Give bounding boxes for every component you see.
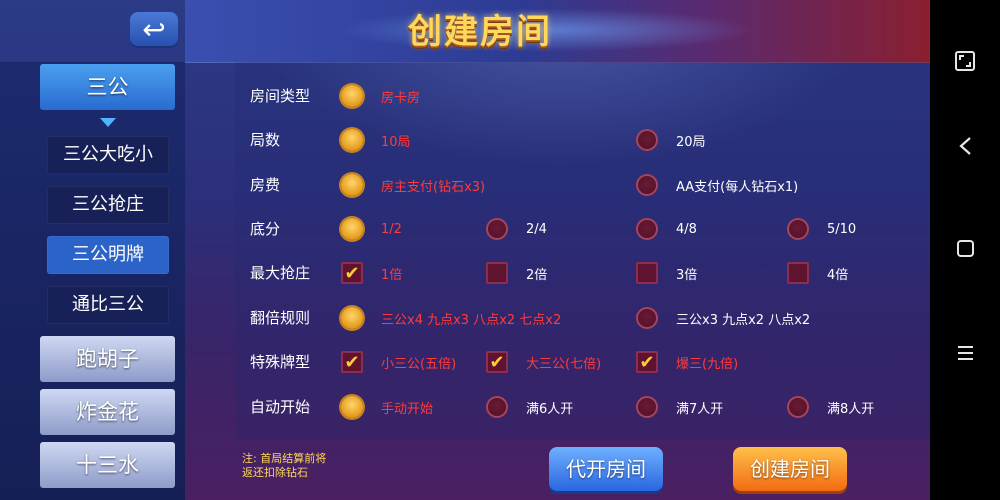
option-room-type-card[interactable]: 房卡房 — [341, 83, 420, 109]
sidebar-subitem-sangong-daxiaochi[interactable]: 三公大吃小 — [47, 136, 169, 174]
system-nav-bar — [930, 0, 1000, 500]
option-max-bid-4x[interactable]: 4倍 — [787, 260, 848, 286]
radio-selected-icon — [341, 129, 363, 151]
radio-selected-icon — [341, 174, 363, 196]
radio-unselected-icon — [486, 218, 508, 240]
checkbox-empty-icon — [787, 262, 809, 284]
radio-selected-icon — [341, 307, 363, 329]
option-start-6[interactable]: 满6人开 — [486, 394, 573, 420]
checkbox-checked-icon: ✔ — [636, 351, 658, 373]
row-label-base-score: 底分 — [250, 220, 281, 238]
row-label-rounds: 局数 — [250, 131, 281, 149]
option-multiplier-rule-a[interactable]: 三公x4 九点x3 八点x2 七点x2 — [341, 305, 561, 331]
sidebar-subitem-sangong-mingpai[interactable]: 三公明牌 — [47, 236, 169, 274]
diamond-refund-note: 注: 首局结算前将 返还扣除钻石 — [242, 452, 327, 479]
sidebar-item-sangong[interactable]: 三公 — [40, 64, 175, 110]
back-button[interactable]: ↩ — [130, 12, 178, 46]
radio-unselected-icon — [636, 307, 658, 329]
proxy-create-room-button[interactable]: 代开房间 — [549, 447, 663, 491]
nav-menu-icon[interactable] — [930, 342, 1000, 364]
page-title: 创建房间 — [408, 12, 552, 52]
expand-arrow-icon — [100, 118, 116, 127]
option-start-manual[interactable]: 手动开始 — [341, 394, 433, 420]
radio-selected-icon — [341, 85, 363, 107]
back-arrow-icon: ↩ — [142, 12, 166, 46]
radio-unselected-icon — [636, 174, 658, 196]
radio-unselected-icon — [787, 396, 809, 418]
radio-unselected-icon — [486, 396, 508, 418]
option-max-bid-2x[interactable]: 2倍 — [486, 260, 547, 286]
checkbox-checked-icon: ✔ — [486, 351, 508, 373]
settings-panel — [235, 62, 930, 440]
radio-selected-icon — [341, 396, 363, 418]
row-label-max-bid: 最大抢庄 — [250, 264, 311, 282]
row-label-room-type: 房间类型 — [250, 87, 311, 105]
checkbox-checked-icon: ✔ — [341, 262, 363, 284]
header-band — [185, 0, 930, 63]
radio-unselected-icon — [787, 218, 809, 240]
option-base-5-10[interactable]: 5/10 — [787, 216, 856, 242]
option-special-small-sangong[interactable]: ✔ 小三公(五倍) — [341, 349, 456, 375]
fullscreen-icon[interactable] — [930, 50, 1000, 72]
option-start-8[interactable]: 满8人开 — [787, 394, 874, 420]
radio-selected-icon — [341, 218, 363, 240]
option-rounds-20[interactable]: 20局 — [636, 127, 706, 153]
checkbox-empty-icon — [486, 262, 508, 284]
option-start-7[interactable]: 满7人开 — [636, 394, 723, 420]
sidebar-item-shisanshui[interactable]: 十三水 — [40, 442, 175, 488]
sidebar-subitem-sangong-qiangzhuang[interactable]: 三公抢庄 — [47, 186, 169, 224]
row-label-auto-start: 自动开始 — [250, 398, 311, 416]
nav-home-icon[interactable] — [930, 238, 1000, 260]
option-base-2-4[interactable]: 2/4 — [486, 216, 547, 242]
sidebar-subitem-tongbi-sangong[interactable]: 通比三公 — [47, 286, 169, 324]
checkbox-checked-icon: ✔ — [341, 351, 363, 373]
radio-unselected-icon — [636, 129, 658, 151]
app-window: ↩ 创建房间 三公 三公大吃小 三公抢庄 三公明牌 通比三公 跑胡子 炸金花 十… — [0, 0, 930, 500]
option-multiplier-rule-b[interactable]: 三公x3 九点x2 八点x2 — [636, 305, 810, 331]
option-base-1-2[interactable]: 1/2 — [341, 216, 402, 242]
nav-back-icon[interactable] — [930, 135, 1000, 157]
option-special-bao-san[interactable]: ✔ 爆三(九倍) — [636, 349, 738, 375]
create-room-button[interactable]: 创建房间 — [733, 447, 847, 491]
checkbox-empty-icon — [636, 262, 658, 284]
sidebar-item-zhajinhua[interactable]: 炸金花 — [40, 389, 175, 435]
option-fee-owner[interactable]: 房主支付(钻石x3) — [341, 172, 485, 198]
sidebar-item-paohuzi[interactable]: 跑胡子 — [40, 336, 175, 382]
option-rounds-10[interactable]: 10局 — [341, 127, 411, 153]
row-label-special-hands: 特殊牌型 — [250, 353, 311, 371]
option-special-big-sangong[interactable]: ✔ 大三公(七倍) — [486, 349, 601, 375]
row-label-multiplier-rule: 翻倍规则 — [250, 309, 311, 327]
option-fee-aa[interactable]: AA支付(每人钻石x1) — [636, 172, 798, 198]
option-base-4-8[interactable]: 4/8 — [636, 216, 697, 242]
option-max-bid-1x[interactable]: ✔ 1倍 — [341, 260, 402, 286]
radio-unselected-icon — [636, 396, 658, 418]
row-label-fee: 房费 — [250, 176, 281, 194]
option-max-bid-3x[interactable]: 3倍 — [636, 260, 697, 286]
radio-unselected-icon — [636, 218, 658, 240]
